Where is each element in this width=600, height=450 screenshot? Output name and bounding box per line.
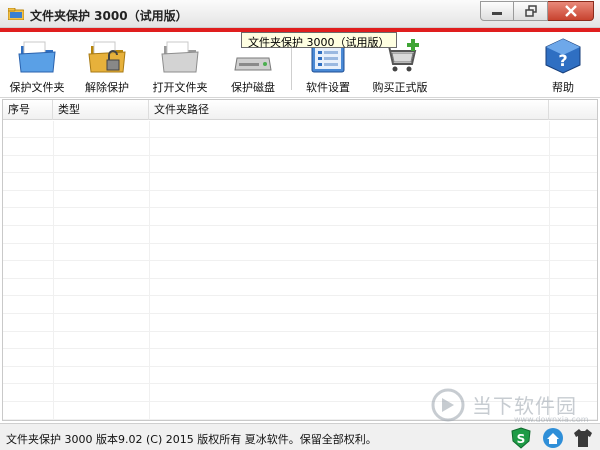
empty-row-line	[3, 279, 597, 297]
open-folder-button[interactable]: 打开文件夹	[145, 36, 215, 96]
help-button[interactable]: ? 帮助	[528, 36, 598, 96]
window-controls	[480, 1, 594, 21]
column-header-filler	[549, 100, 597, 120]
column-header-path[interactable]: 文件夹路径	[149, 100, 549, 120]
unlocked-folder-icon	[88, 41, 126, 73]
window-title: 文件夹保护 3000（试用版）	[30, 9, 188, 23]
close-button[interactable]	[548, 1, 594, 21]
empty-row-line	[3, 367, 597, 385]
help-icon: ?	[545, 38, 581, 74]
column-header-index[interactable]: 序号	[3, 100, 53, 120]
svg-text:S: S	[517, 432, 526, 446]
status-text: 文件夹保护 3000 版本9.02 (C) 2015 版权所有 夏冰软件。保留全…	[6, 433, 377, 446]
help-label: 帮助	[552, 81, 574, 94]
restore-button[interactable]	[514, 1, 548, 21]
unprotect-label: 解除保护	[85, 81, 129, 94]
watermark-logo-icon	[431, 388, 465, 422]
empty-row-line	[3, 174, 597, 191]
home-icon[interactable]	[542, 427, 564, 449]
restore-icon	[524, 5, 537, 17]
protect-disk-label: 保护磁盘	[231, 81, 275, 94]
empty-row-line	[3, 156, 597, 174]
empty-row-line	[3, 121, 597, 138]
empty-row-line	[3, 227, 597, 244]
column-header-type[interactable]: 类型	[53, 100, 149, 120]
empty-row-line	[3, 209, 597, 226]
empty-row-line	[3, 350, 597, 367]
empty-row-line	[3, 262, 597, 279]
folder-list[interactable]: 序号 类型 文件夹路径	[2, 99, 598, 421]
status-bar: 文件夹保护 3000 版本9.02 (C) 2015 版权所有 夏冰软件。保留全…	[0, 423, 600, 450]
unprotect-button[interactable]: 解除保护	[72, 36, 142, 96]
empty-row-line	[3, 297, 597, 314]
shield-s-icon[interactable]: S	[510, 427, 532, 449]
shirt-icon[interactable]	[572, 427, 594, 449]
open-folder-label: 打开文件夹	[152, 81, 208, 94]
empty-row-line	[3, 332, 597, 350]
protect-folder-button[interactable]: 保护文件夹	[2, 36, 72, 96]
empty-row-line	[3, 315, 597, 332]
buy-label: 购买正式版	[372, 81, 428, 94]
svg-text:?: ?	[558, 51, 567, 70]
minimize-icon	[492, 12, 502, 15]
list-header: 序号 类型 文件夹路径	[3, 100, 597, 120]
protect-folder-label: 保护文件夹	[9, 81, 65, 94]
empty-row-line	[3, 139, 597, 156]
title-bar: 文件夹保护 3000（试用版）	[0, 0, 600, 28]
open-folder-icon	[161, 41, 199, 73]
empty-row-line	[3, 191, 597, 209]
minimize-button[interactable]	[480, 1, 514, 21]
app-folder-icon	[8, 8, 24, 20]
folder-icon	[18, 41, 56, 73]
settings-label: 软件设置	[306, 81, 350, 94]
tooltip: 文件夹保护 3000（试用版）	[241, 32, 397, 49]
toolbar-separator	[291, 44, 292, 90]
empty-row-line	[3, 244, 597, 262]
watermark: 当下软件园 www.downxia.com	[428, 388, 589, 424]
close-icon	[564, 5, 577, 17]
list-body	[3, 121, 597, 420]
